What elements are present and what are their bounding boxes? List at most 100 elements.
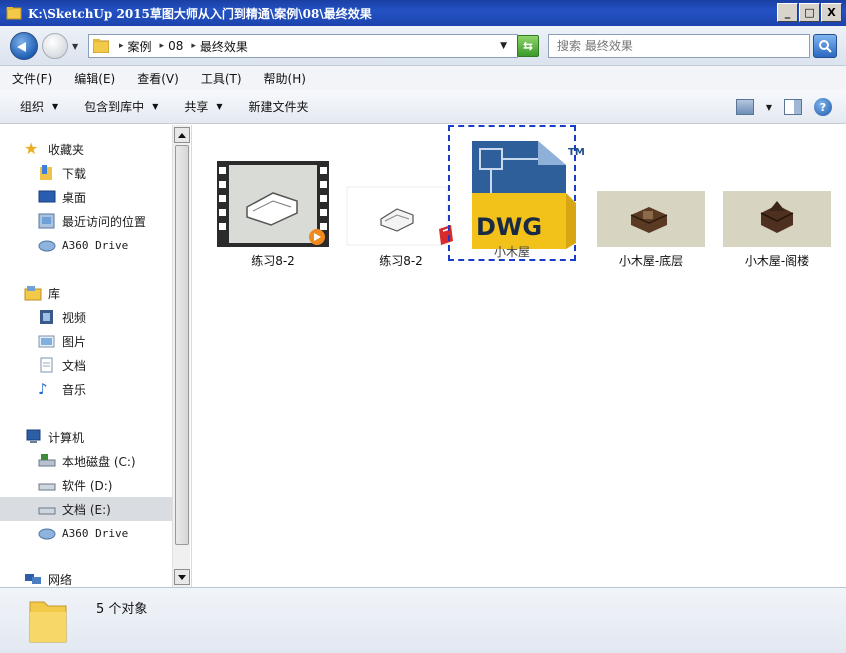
file-item-image-attic[interactable]: 小木屋-阁楼 [718,191,836,269]
nav-label: 音乐 [62,382,87,397]
file-label: 小木屋-底层 [618,254,684,268]
pictures-icon [38,335,55,348]
dwg-badge-text: DWG [476,213,542,241]
nav-scrollbar[interactable] [172,125,190,587]
nav-item-recent-places[interactable]: 最近访问的位置 [38,209,191,233]
include-in-library-button[interactable]: 包含到库中 ▼ [84,98,158,115]
nav-label: 收藏夹 [48,142,85,157]
close-button[interactable]: X [821,3,842,22]
breadcrumb-item[interactable]: 08 [168,39,183,53]
command-bar: 组织 ▼ 包含到库中 ▼ 共享 ▼ 新建文件夹 ▼ ? [0,90,846,124]
breadcrumb-separator-icon[interactable]: ▸ [119,41,124,51]
organize-button[interactable]: 组织 ▼ [20,98,58,115]
maximize-button[interactable]: □ [799,3,820,22]
nav-label: 文档 (E:) [62,502,111,517]
breadcrumb-separator-icon[interactable]: ▸ [191,41,196,51]
chevron-down-icon: ▼ [52,102,59,111]
history-dropdown-icon[interactable]: ▼ [72,42,78,51]
nav-item-downloads[interactable]: 下载 [38,161,191,185]
recent-places-icon [38,213,55,229]
nav-label: 库 [48,286,61,301]
nav-favorites[interactable]: ★ 收藏夹 [24,137,191,161]
nav-item-a360-drive-computer[interactable]: A360 Drive [38,521,191,545]
nav-item-drive-d[interactable]: 软件 (D:) [38,473,191,497]
video-icon [40,310,53,324]
address-bar[interactable]: ▸ 案例 ▸ 08 ▸ 最终效果 ▼ [88,34,518,58]
file-item-video[interactable]: 练习8-2 [214,161,332,269]
scroll-up-icon[interactable] [174,127,190,143]
include-in-library-label: 包含到库中 [84,100,145,114]
music-icon: ♪ [38,380,48,398]
nav-label: A360 Drive [62,526,129,540]
nav-label: 文档 [62,358,87,373]
organize-label: 组织 [20,100,45,114]
menu-bar: 文件(F) 编辑(E) 查看(V) 工具(T) 帮助(H) [0,66,846,90]
nav-label: 图片 [62,334,87,349]
sketchup-thumbnail [346,186,453,246]
nav-item-drive-e[interactable]: 文档 (E:) [0,497,172,521]
scroll-thumb[interactable] [175,145,189,545]
downloads-icon [40,165,52,180]
breadcrumb-separator-icon[interactable]: ▸ [160,41,165,51]
nav-network[interactable]: 网络 [24,567,191,587]
file-label: 练习8-2 [251,254,295,268]
chevron-down-icon: ▼ [152,102,159,111]
new-folder-button[interactable]: 新建文件夹 [249,98,309,115]
help-icon[interactable]: ? [814,98,832,116]
search-input[interactable] [557,39,787,53]
dwg-file-icon: DWG TM [472,141,585,249]
nav-label: 软件 (D:) [62,478,113,493]
file-item-skp[interactable]: 练习8-2 [342,185,460,269]
file-item-dwg-selected[interactable]: DWG TM 小木屋 [448,125,585,261]
file-item-image-ground[interactable]: 小木屋-底层 [592,191,710,269]
star-icon: ★ [24,139,39,158]
image-thumbnail [597,191,705,247]
search-box[interactable] [548,34,810,58]
menu-help[interactable]: 帮助(H) [264,70,306,87]
nav-item-a360-drive[interactable]: A360 Drive [38,233,191,257]
folder-icon [6,7,22,20]
nav-item-documents[interactable]: 文档 [38,353,191,377]
search-icon [819,40,832,53]
desktop-icon [38,190,56,203]
nav-label: 下载 [62,166,87,181]
change-view-icon[interactable] [735,99,754,115]
nav-computer[interactable]: 计算机 [24,425,191,449]
drive-icon [38,483,56,491]
nav-label: 本地磁盘 (C:) [62,454,136,469]
folder-icon [29,601,67,643]
search-button[interactable] [813,34,837,58]
network-icon [25,574,41,584]
refresh-button[interactable]: ⇆ [517,35,539,57]
menu-file[interactable]: 文件(F) [12,70,52,87]
nav-libraries[interactable]: 库 [24,281,191,305]
nav-item-music[interactable]: ♪ 音乐 [38,377,191,401]
menu-edit[interactable]: 编辑(E) [74,70,115,87]
view-dropdown-icon[interactable]: ▼ [766,103,772,112]
share-button[interactable]: 共享 ▼ [184,98,222,115]
chevron-down-icon: ▼ [216,102,223,111]
item-count: 5 个对象 [96,602,148,617]
nav-item-videos[interactable]: 视频 [38,305,191,329]
forward-button[interactable] [42,33,68,59]
nav-label: 最近访问的位置 [62,214,147,229]
menu-view[interactable]: 查看(V) [137,70,179,87]
navigation-pane: ★ 收藏夹 下载 桌面 最近访问的位置 A360 Drive 库 视频 图片 文… [0,125,192,587]
minimize-button[interactable]: _ [777,3,798,22]
breadcrumb-item[interactable]: 最终效果 [200,38,248,55]
nav-item-desktop[interactable]: 桌面 [38,185,191,209]
video-thumbnail [217,161,329,247]
drive-icon [38,454,56,467]
back-button[interactable] [10,32,38,60]
menu-tools[interactable]: 工具(T) [201,70,242,87]
library-icon [24,286,42,301]
address-dropdown-icon[interactable]: ▼ [500,41,507,51]
dwg-tm-text: TM [568,147,585,158]
preview-pane-icon[interactable] [784,99,802,115]
nav-item-drive-c[interactable]: 本地磁盘 (C:) [38,449,191,473]
file-label: 小木屋 [493,245,530,259]
breadcrumb-item[interactable]: 案例 [128,38,152,55]
scroll-down-icon[interactable] [174,569,190,585]
nav-label: 计算机 [48,430,85,445]
nav-item-pictures[interactable]: 图片 [38,329,191,353]
